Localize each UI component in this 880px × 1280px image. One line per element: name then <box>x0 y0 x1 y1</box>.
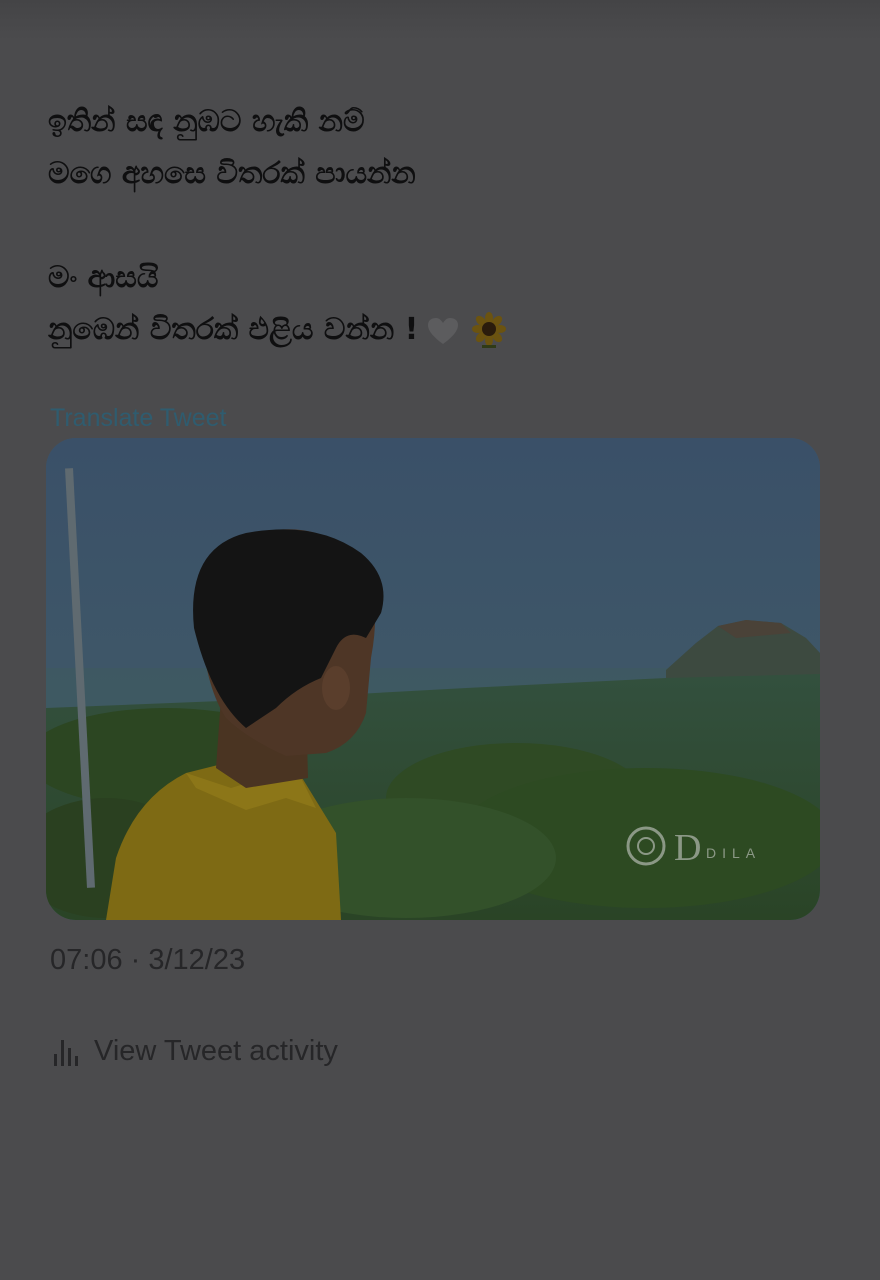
tweet-line-gap <box>48 200 828 252</box>
tweet-text: ඉතින් සඳ නුඹට හැකි නම් මගෙ අහසෙ විතරක් ප… <box>48 96 828 356</box>
view-tweet-activity-link[interactable]: View Tweet activity <box>50 1034 338 1068</box>
tweet-line-1: ඉතින් සඳ නුඹට හැකි නම් <box>48 104 365 139</box>
photo-scene: D DILA <box>46 438 820 920</box>
sunflower-icon <box>472 311 507 348</box>
watermark-text: DILA <box>706 845 761 861</box>
tweet-line-3: මං ආසයි <box>48 260 159 295</box>
top-shadow <box>0 0 880 40</box>
translate-tweet-link[interactable]: Translate Tweet <box>50 404 226 433</box>
tweet-line-2: මගෙ අහසෙ විතරක් පායන්න <box>48 156 416 191</box>
tweet-line-4: නුඹෙන් විතරක් එළිය වන්න ! <box>48 312 419 347</box>
svg-text:D: D <box>674 827 701 869</box>
tweet-photo[interactable]: D DILA <box>46 438 820 920</box>
tweet-line-4-wrap: නුඹෙන් විතරක් එළිය වන්න ! <box>48 304 828 356</box>
view-tweet-activity-label: View Tweet activity <box>94 1034 338 1067</box>
tweet-detail-screen: ඉතින් සඳ නුඹට හැකි නම් මගෙ අහසෙ විතරක් ප… <box>0 0 880 1280</box>
bar-chart-icon <box>54 1040 78 1066</box>
tweet-timestamp: 07:06 · 3/12/23 <box>50 944 246 976</box>
white-heart-icon <box>428 317 459 344</box>
